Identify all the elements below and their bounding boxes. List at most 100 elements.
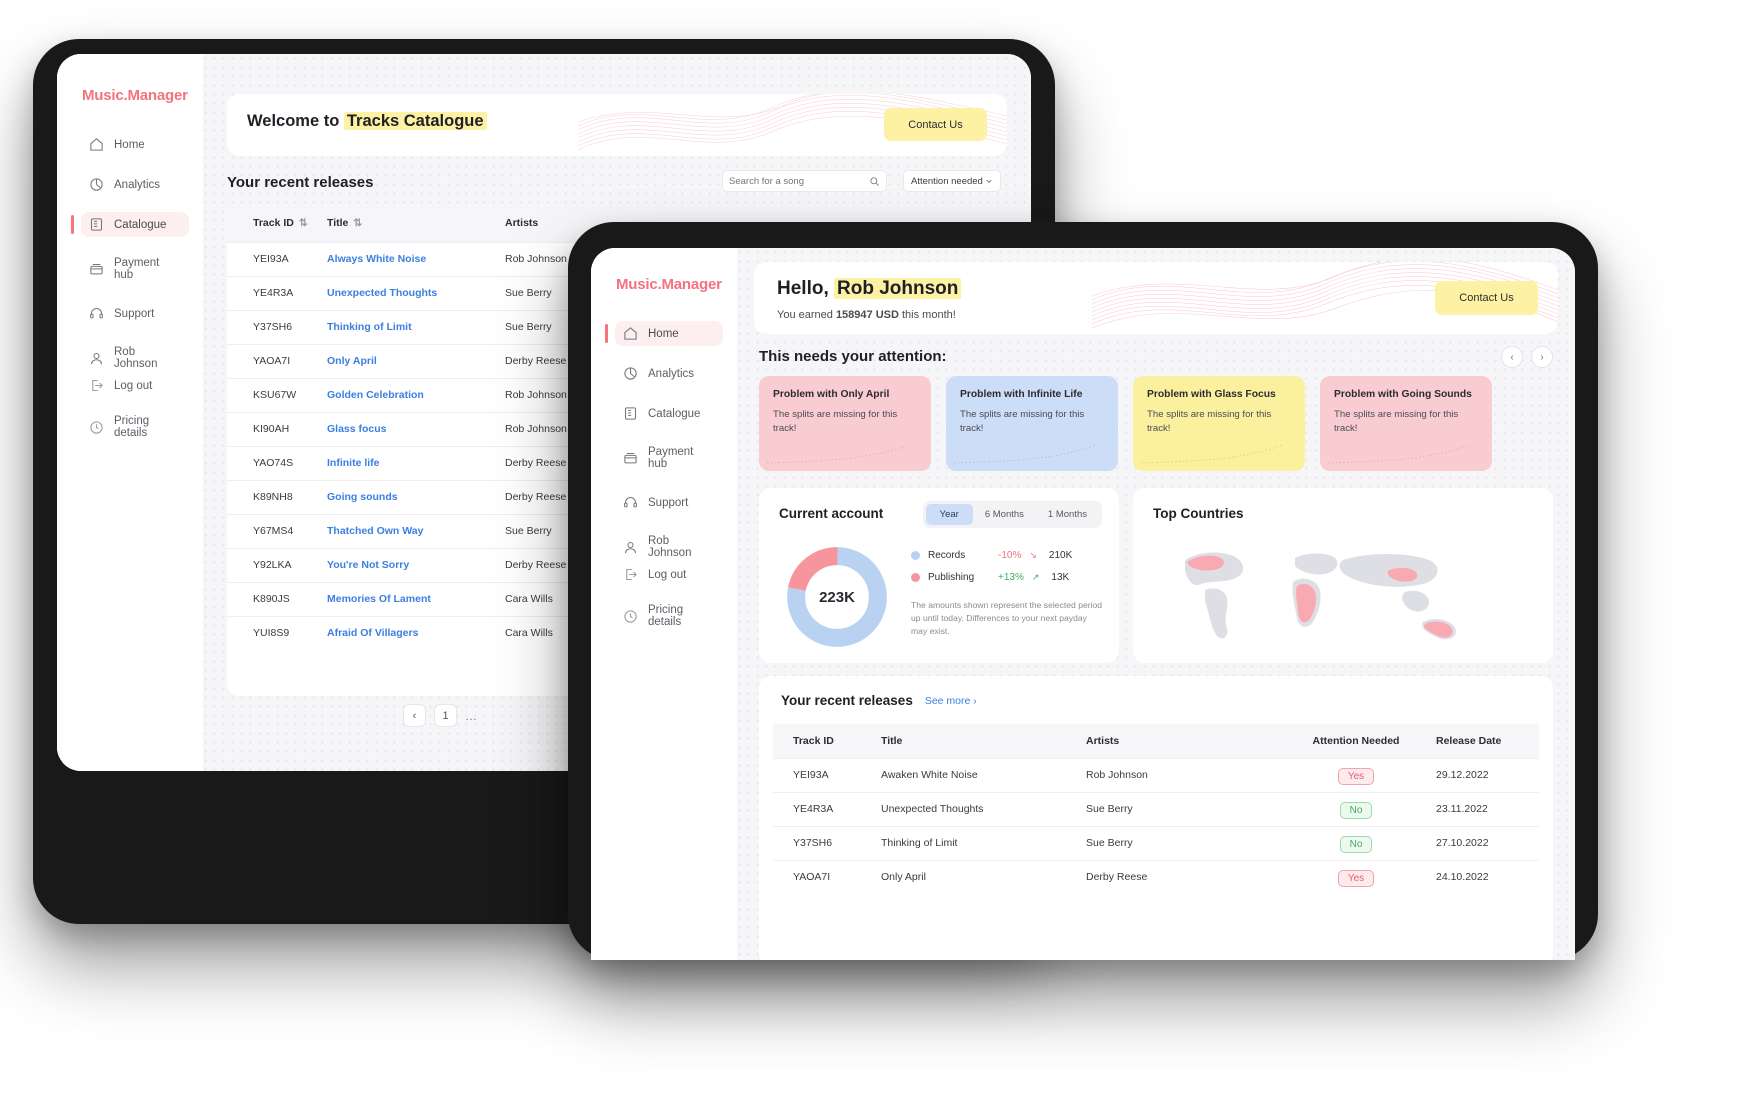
cell-release-date: 24.10.2022 — [1436, 871, 1489, 884]
analytics-icon — [90, 178, 103, 191]
back-welcome-card: Welcome to Tracks Catalogue Contact Us — [227, 94, 1007, 156]
column-header-title[interactable]: Title ⇅ — [327, 204, 505, 242]
table-row[interactable]: Y37SH6 Thinking of Limit Sue Berry No 27.10.… — [773, 826, 1539, 860]
cell-title[interactable]: Only April — [327, 344, 505, 378]
sort-icon[interactable]: ⇅ — [353, 217, 362, 229]
cell-title[interactable]: Thinking of Limit — [327, 310, 505, 344]
cell-track-id: KSU67W — [253, 389, 297, 401]
front-releases-table: Track ID Title Artists Attention Needed … — [773, 724, 1539, 894]
column-header-track-id[interactable]: Track ID ⇅ — [227, 204, 327, 242]
account-donut-chart: 223K — [783, 543, 891, 651]
carousel-prev-button[interactable]: ‹ — [1501, 346, 1523, 368]
cell-attention: No — [1276, 792, 1436, 826]
sidebar-item-analytics[interactable]: Analytics — [615, 361, 723, 386]
front-sidebar: Music.Manager Home Analytics Catalogue P… — [591, 248, 737, 960]
attention-filter-dropdown[interactable]: Attention needed — [903, 170, 1001, 192]
pricing-details-button[interactable]: Pricing details — [81, 412, 189, 442]
cell-title[interactable]: Infinite life — [327, 446, 505, 480]
attention-card[interactable]: Problem with Only April The splits are mi… — [759, 376, 931, 471]
table-row[interactable]: YE4R3A Unexpected Thoughts Sue Berry No 23.1… — [773, 792, 1539, 826]
pagination-prev-button[interactable]: ‹ — [403, 704, 426, 727]
cell-title[interactable]: Glass focus — [327, 412, 505, 446]
column-header-attention-needed[interactable]: Attention Needed — [1276, 724, 1436, 758]
cell-track-id: KI90AH — [253, 423, 290, 435]
sidebar-item-home[interactable]: Home — [81, 132, 189, 157]
cell-title[interactable]: Golden Celebration — [327, 378, 505, 412]
cell-title[interactable]: Thatched Own Way — [327, 514, 505, 548]
attention-card[interactable]: Problem with Glass Focus The splits are m… — [1133, 376, 1305, 471]
legend-delta-publishing: +13% — [998, 572, 1024, 583]
column-header-artists[interactable]: Artists — [1086, 724, 1276, 758]
column-header-release-date[interactable]: Release Date — [1436, 724, 1539, 758]
contact-us-button[interactable]: Contact Us — [1435, 281, 1538, 315]
cell-title[interactable]: Always White Noise — [327, 242, 505, 276]
cell-title[interactable]: Memories Of Lament — [327, 582, 505, 616]
table-row[interactable]: YEI93A Awaken White Noise Rob Johnson Yes 29… — [773, 758, 1539, 792]
sidebar-item-catalogue[interactable]: Catalogue — [71, 212, 189, 237]
sort-icon[interactable]: ⇅ — [299, 217, 308, 229]
sidebar-item-rob-johnson[interactable]: Rob Johnson — [615, 530, 723, 564]
logout-icon — [626, 568, 637, 581]
cell-attention: No — [1276, 826, 1436, 860]
sidebar-item-analytics[interactable]: Analytics — [81, 172, 189, 197]
see-more-link[interactable]: See more › — [925, 695, 977, 707]
attention-card-text: The splits are missing for this track! — [960, 409, 1085, 434]
sidebar-item-label: Home — [114, 138, 145, 151]
top-countries-card: Top Countries — [1133, 488, 1553, 663]
column-header-track-id[interactable]: Track ID — [773, 724, 881, 758]
attention-card[interactable]: Problem with Infinite Life The splits are… — [946, 376, 1118, 471]
cell-track-id: YEI93A — [793, 769, 829, 781]
range-option-1-months[interactable]: 1 Months — [1036, 504, 1099, 525]
sparkline-icon — [953, 444, 1097, 464]
table-row[interactable]: YAOA7I Only April Derby Reese Yes 24.10.2022 — [773, 860, 1539, 894]
trend-up-icon: ↗ — [1031, 572, 1040, 582]
attention-card[interactable]: Problem with Going Sounds The splits are … — [1320, 376, 1492, 471]
sidebar-item-payment-hub[interactable]: Payment hub — [615, 441, 723, 475]
cell-title[interactable]: Unexpected Thoughts — [327, 276, 505, 310]
status-badge: Yes — [1337, 869, 1375, 887]
search-input[interactable] — [729, 175, 869, 187]
sidebar-item-catalogue[interactable]: Catalogue — [615, 401, 723, 426]
recent-releases-card: Your recent releases See more › Track ID… — [759, 676, 1553, 960]
sidebar-item-payment-hub[interactable]: Payment hub — [81, 252, 189, 286]
sparkline-icon — [766, 444, 910, 464]
carousel-next-button[interactable]: › — [1531, 346, 1553, 368]
recent-releases-header: Your recent releases See more › — [781, 693, 977, 708]
pagination-page-1[interactable]: 1 — [434, 704, 457, 727]
contact-us-button[interactable]: Contact Us — [884, 108, 987, 141]
sparkline-icon — [1327, 444, 1471, 464]
search-icon[interactable] — [869, 176, 880, 187]
sidebar-item-support[interactable]: Support — [615, 490, 723, 515]
pricing-label: Pricing details — [648, 604, 684, 628]
sidebar-item-label: Catalogue — [114, 218, 167, 231]
cell-track-id: K890JS — [253, 593, 290, 605]
attention-card-text: The splits are missing for this track! — [1334, 409, 1459, 434]
see-more-label: See more — [924, 694, 971, 707]
range-segmented-control: Year 6 Months 1 Months — [922, 501, 1102, 528]
payment-icon — [90, 263, 103, 274]
cell-title: Awaken White Noise — [881, 769, 978, 781]
search-box[interactable] — [722, 170, 887, 192]
legend-label-publishing: Publishing — [928, 572, 975, 583]
sidebar-item-home[interactable]: Home — [605, 321, 723, 346]
logout-button[interactable]: Log out — [81, 375, 189, 396]
greeting-prefix: Hello, — [777, 278, 829, 299]
sidebar-item-support[interactable]: Support — [81, 301, 189, 326]
sidebar-item-label: Home — [648, 327, 679, 340]
cell-attention: Yes — [1276, 860, 1436, 894]
range-option-6-months[interactable]: 6 Months — [973, 504, 1036, 525]
logout-button[interactable]: Log out — [615, 564, 723, 585]
column-header-title[interactable]: Title — [881, 724, 1086, 758]
range-option-year[interactable]: Year — [925, 504, 973, 525]
cell-track-id: YAOA7I — [793, 871, 831, 884]
pricing-label: Pricing details — [114, 415, 150, 439]
sidebar-item-rob-johnson[interactable]: Rob Johnson — [81, 341, 189, 375]
cell-title[interactable]: Going sounds — [327, 480, 505, 514]
cell-title[interactable]: You're Not Sorry — [327, 548, 505, 582]
cell-title[interactable]: Afraid Of Villagers — [327, 616, 505, 650]
pricing-details-button[interactable]: Pricing details — [615, 601, 723, 631]
cell-artist: Sue Berry — [1086, 837, 1133, 849]
attention-card-title: Problem with Infinite Life — [960, 389, 1083, 400]
sidebar-item-label: Rob Johnson — [114, 346, 158, 370]
sidebar-item-label: Rob Johnson — [648, 535, 692, 559]
